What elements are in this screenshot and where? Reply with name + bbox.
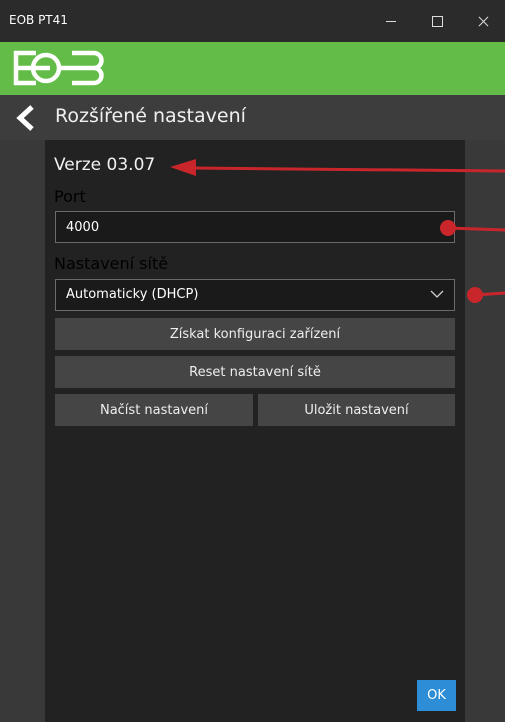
- save-settings-button[interactable]: Uložit nastavení: [258, 394, 455, 426]
- window-title: EOB PT41: [9, 13, 68, 27]
- network-settings-label: Nastavení sítě: [54, 254, 169, 273]
- maximize-button[interactable]: [414, 0, 460, 42]
- port-annotation-pointer: [440, 220, 505, 236]
- minimize-button[interactable]: [368, 0, 414, 42]
- port-input[interactable]: [55, 211, 455, 243]
- network-annotation-pointer: [467, 287, 505, 303]
- close-button[interactable]: [460, 0, 505, 42]
- network-mode-value: Automaticky (DHCP): [66, 287, 199, 302]
- ok-button[interactable]: OK: [417, 680, 456, 711]
- network-mode-dropdown[interactable]: Automaticky (DHCP): [55, 279, 455, 311]
- chevron-left-icon[interactable]: [12, 105, 40, 131]
- minimize-icon: [386, 20, 396, 22]
- port-label: Port: [54, 187, 86, 206]
- reset-network-button[interactable]: Reset nastavení sítě: [55, 356, 455, 388]
- page-title: Rozšířené nastavení: [55, 105, 246, 127]
- version-label: Verze 03.07: [54, 155, 156, 175]
- get-device-config-button[interactable]: Získat konfiguraci zařízení: [55, 318, 455, 350]
- version-annotation-arrow: [170, 159, 505, 176]
- close-icon: [477, 15, 489, 27]
- title-bar: EOB PT41: [0, 0, 505, 42]
- eob-logo: [13, 50, 104, 86]
- chevron-down-icon: [430, 290, 444, 298]
- load-settings-button[interactable]: Načíst nastavení: [55, 394, 253, 426]
- brand-bar: [0, 42, 505, 95]
- maximize-icon: [431, 15, 443, 27]
- nav-bar: Rozšířené nastavení: [0, 95, 505, 140]
- left-margin: [0, 140, 45, 722]
